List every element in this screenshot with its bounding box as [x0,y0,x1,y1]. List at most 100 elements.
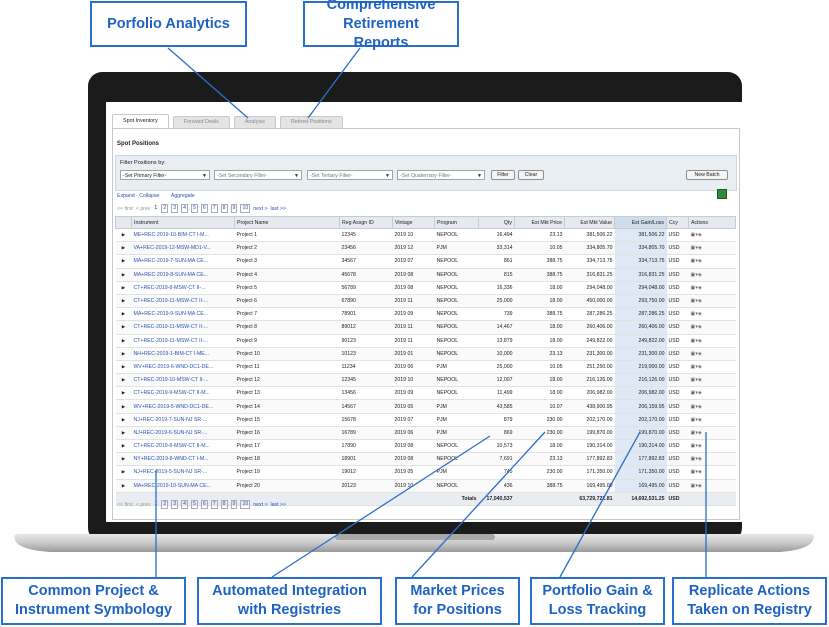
pager-next[interactable]: next > [253,206,267,212]
action-menu-icon[interactable]: ▣▾ [691,272,699,278]
excel-export-icon[interactable] [717,189,727,199]
action-menu-icon[interactable]: ▣▾ [691,483,699,489]
table-row[interactable]: ▶ CT+REC-2019-9-MSW-CT II-M... Project 13 1… [115,386,736,401]
pager-page-9[interactable]: 9 [230,500,238,509]
pager-page-8[interactable]: 8 [220,500,228,509]
cell-instrument[interactable]: MA+REC-2019-7-SUN-MA CE... [131,254,235,269]
table-row[interactable]: ▶ NJ+REC-2019-5-SUN-NJ SR-... Project 19 19… [115,465,736,480]
pager-page-1[interactable]: 1 [153,205,158,212]
column-header-program[interactable]: Program [434,216,479,229]
column-header-project-name[interactable]: Project Name [234,216,340,229]
tag-icon[interactable]: ◈ [698,417,702,423]
column-header-est-mkt-price[interactable]: Est Mkt Price [514,216,565,229]
tag-icon[interactable]: ◈ [698,390,702,396]
table-row[interactable]: ▶ CT+REC-2019-8-MSW-CT II-M... Project 17 1… [115,439,736,454]
expand-row-icon[interactable]: ▶ [115,452,132,467]
clear-button[interactable]: Clear [518,170,544,180]
expand-row-icon[interactable]: ▶ [115,360,132,375]
expand-row-icon[interactable]: ▶ [115,254,132,269]
column-header-est-mkt-value[interactable]: Est Mkt Value [564,216,615,229]
action-menu-icon[interactable]: ▣▾ [691,245,699,251]
pager-page-5[interactable]: 5 [190,500,198,509]
table-row[interactable]: ▶ WV+REC-2019-5-WND-DC1-DE... Project 14 14… [115,399,736,414]
table-row[interactable]: ▶ CT+REC-2019-8-MSW-CT II-... Project 5 567… [115,281,736,295]
tag-icon[interactable]: ◈ [698,430,702,436]
pager-page-1[interactable]: 1 [153,501,158,508]
tag-icon[interactable]: ◈ [698,443,702,449]
expand-row-icon[interactable]: ▶ [115,479,132,493]
table-row[interactable]: ▶ VA+REC-2019-12-MSW-MD1-V... Project 2 234… [115,241,736,256]
tag-icon[interactable]: ◈ [698,258,702,264]
pager-page-6[interactable]: 6 [200,204,208,213]
expand-row-icon[interactable]: ▶ [115,241,132,256]
expand-row-icon[interactable]: ▶ [115,334,132,348]
tag-icon[interactable]: ◈ [698,483,702,489]
table-row[interactable]: ▶ MA+REC-2019-10-SUN-MA CE... Project 20 20… [115,479,736,493]
expand-row-icon[interactable]: ▶ [115,426,132,441]
table-row[interactable]: ▶ NH+REC-2019-1-BIM-CT I-ME... Project 10 1… [115,347,736,361]
cell-instrument[interactable]: CT+REC-2019-8-MSW-CT II-M... [131,439,235,454]
expand-row-icon[interactable]: ▶ [115,281,132,295]
pager-page-3[interactable]: 3 [171,204,179,213]
pager-first[interactable]: << first [117,502,133,508]
cell-instrument[interactable]: WV+REC-2019-6-WND-DC1-DE... [131,360,235,375]
table-row[interactable]: ▶ MA+REC-2019-9-SUN-MA CE... Project 7 7890… [115,307,736,322]
tag-icon[interactable]: ◈ [698,351,702,357]
cell-instrument[interactable]: CT+REC-2019-9-MSW-CT II-M... [131,386,235,401]
pager-prev[interactable]: < prev [136,206,151,212]
new-batch-button[interactable]: New Batch [686,170,728,180]
cell-instrument[interactable]: MA+REC-2019-10-SUN-MA CE... [131,479,235,493]
collapse-link[interactable]: Collapse [139,193,159,199]
pager-page-4[interactable]: 4 [181,204,188,213]
pager-last[interactable]: last >> [271,502,287,508]
tab-forward-deals[interactable]: Forward Deals [172,116,230,128]
expand-row-icon[interactable]: ▶ [115,439,132,454]
aggregate-link[interactable]: Aggregate [171,193,195,199]
tag-icon[interactable]: ◈ [698,469,702,475]
cell-instrument[interactable]: CT+REC-2019-11-MSW-CT II-... [131,294,235,309]
pager-page-6[interactable]: 6 [200,500,208,509]
expand-row-icon[interactable]: ▶ [115,228,132,243]
table-row[interactable]: ▶ CT+REC-2019-11-MSW-CT II-... Project 8 89… [115,320,736,335]
cell-instrument[interactable]: CT+REC-2019-11-MSW-CT II-... [131,334,235,348]
tag-icon[interactable]: ◈ [698,298,702,304]
tag-icon[interactable]: ◈ [698,456,702,462]
expand-row-icon[interactable]: ▶ [115,320,132,335]
action-menu-icon[interactable]: ▣▾ [691,311,699,317]
table-row[interactable]: ▶ ME+REC-2019-10-BIM-CT I-M... Project 1 12… [115,228,736,243]
tab-spot-inventory[interactable]: Spot Inventory [112,114,169,128]
table-row[interactable]: ▶ CT+REC-2019-10-MSW-CT II-... Project 12 1… [115,373,736,388]
cell-instrument[interactable]: NJ+REC-2019-7-SUN-NJ SR-... [131,413,235,427]
tag-icon[interactable]: ◈ [698,311,702,317]
action-menu-icon[interactable]: ▣▾ [691,417,699,423]
action-menu-icon[interactable]: ▣▾ [691,390,699,396]
column-header-qty[interactable]: Qty [478,216,515,229]
action-menu-icon[interactable]: ▣▾ [691,430,699,436]
table-row[interactable]: ▶ NY+REC-2019-8-WND-CT I-M... Project 18 18… [115,452,736,467]
expand-row-icon[interactable]: ▶ [115,386,132,401]
action-menu-icon[interactable]: ▣▾ [691,456,699,462]
expand-row-icon[interactable]: ▶ [115,268,132,282]
primary-filter-select[interactable]: -Set Primary Filter- ▼ [120,170,210,180]
action-menu-icon[interactable]: ▣▾ [691,324,699,330]
expand-row-icon[interactable]: ▶ [115,399,132,414]
column-header-instrument[interactable]: Instrument [131,216,235,229]
cell-instrument[interactable]: ME+REC-2019-10-BIM-CT I-M... [131,228,235,243]
pager-last[interactable]: last >> [271,206,287,212]
action-menu-icon[interactable]: ▣▾ [691,258,699,264]
action-menu-icon[interactable]: ▣▾ [691,232,699,238]
action-menu-icon[interactable]: ▣▾ [691,364,699,370]
action-menu-icon[interactable]: ▣▾ [691,351,699,357]
tab-retired-positions[interactable]: Retired Positions [279,116,343,128]
table-row[interactable]: ▶ CT+REC-2019-11-MSW-CT II-... Project 6 67… [115,294,736,309]
expand-row-icon[interactable]: ▶ [115,294,132,309]
column-header-vintage[interactable]: Vintage [392,216,435,229]
tab-analysis[interactable]: Analysis [233,116,276,128]
pager-prev[interactable]: < prev [136,502,151,508]
tag-icon[interactable]: ◈ [698,232,702,238]
table-row[interactable]: ▶ WV+REC-2019-6-WND-DC1-DE... Project 11 11… [115,360,736,375]
expand-row-icon[interactable]: ▶ [115,347,132,361]
action-menu-icon[interactable]: ▣▾ [691,404,699,410]
pager-page-4[interactable]: 4 [181,500,188,509]
pager-page-7[interactable]: 7 [210,500,218,509]
